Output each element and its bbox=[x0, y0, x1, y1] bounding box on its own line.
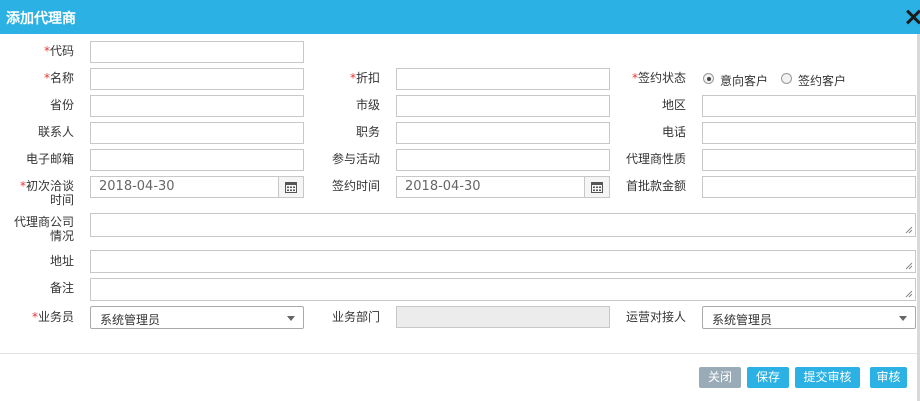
remark-textarea[interactable] bbox=[90, 278, 916, 301]
dialog-title-bar: 添加代理商 bbox=[0, 0, 920, 34]
company-info-label: 代理商公司 情况 bbox=[13, 215, 74, 243]
province-label: 省份 bbox=[49, 98, 74, 112]
ops-contact-label: 运营对接人 bbox=[625, 310, 686, 324]
code-label: *代码 bbox=[43, 44, 74, 58]
add-agent-dialog: 添加代理商 *代码 *名称 *折扣 *签约状态 意向客户 签约客户 省份 市级 … bbox=[0, 0, 920, 401]
discount-input[interactable] bbox=[396, 68, 610, 90]
first-payment-input[interactable] bbox=[702, 176, 916, 198]
address-label: 地址 bbox=[49, 254, 74, 268]
phone-input[interactable] bbox=[702, 122, 916, 144]
submit-review-button[interactable]: 提交审核 bbox=[795, 367, 860, 388]
first-payment-label: 首批款金额 bbox=[625, 179, 686, 193]
first-talk-time-label: *初次洽谈 时间 bbox=[19, 179, 74, 207]
resize-grip-icon[interactable] bbox=[905, 262, 913, 270]
close-button[interactable]: 关闭 bbox=[699, 367, 741, 388]
city-label: 市级 bbox=[355, 98, 380, 112]
chevron-down-icon[interactable] bbox=[899, 316, 907, 321]
email-label: 电子邮箱 bbox=[25, 152, 74, 166]
position-label: 职务 bbox=[355, 125, 380, 139]
phone-label: 电话 bbox=[661, 125, 686, 139]
address-textarea[interactable] bbox=[90, 250, 916, 273]
salesman-label: *业务员 bbox=[31, 310, 74, 324]
radio-signed-customer[interactable]: 签约客户 bbox=[781, 72, 851, 88]
name-label: *名称 bbox=[43, 71, 74, 85]
chevron-down-icon[interactable] bbox=[287, 316, 295, 321]
region-label: 地区 bbox=[661, 98, 686, 112]
region-input[interactable] bbox=[702, 95, 916, 117]
province-input[interactable] bbox=[90, 95, 304, 117]
department-input bbox=[396, 306, 610, 328]
salesman-select[interactable]: 系统管理员 bbox=[90, 306, 304, 329]
name-input[interactable] bbox=[90, 68, 304, 90]
resize-grip-icon[interactable] bbox=[905, 226, 913, 234]
department-label: 业务部门 bbox=[331, 310, 380, 324]
radio-unselected-icon[interactable] bbox=[781, 73, 792, 84]
dialog-title: 添加代理商 bbox=[6, 11, 76, 27]
radio-selected-icon[interactable] bbox=[703, 73, 714, 84]
ops-contact-select[interactable]: 系统管理员 bbox=[702, 306, 916, 329]
footer-divider bbox=[0, 353, 920, 354]
sign-time-input[interactable]: 2018-04-30 bbox=[396, 176, 610, 198]
position-input[interactable] bbox=[396, 122, 610, 144]
agent-nature-label: 代理商性质 bbox=[625, 152, 686, 166]
resize-grip-icon[interactable] bbox=[905, 290, 913, 298]
discount-label: *折扣 bbox=[349, 71, 380, 85]
sign-time-label: 签约时间 bbox=[331, 179, 380, 193]
calendar-icon[interactable] bbox=[278, 177, 303, 197]
agent-nature-input[interactable] bbox=[702, 149, 916, 171]
code-input[interactable] bbox=[90, 41, 304, 63]
company-info-textarea[interactable] bbox=[90, 213, 916, 237]
calendar-icon[interactable] bbox=[584, 177, 609, 197]
activity-label: 参与活动 bbox=[331, 152, 380, 166]
city-input[interactable] bbox=[396, 95, 610, 117]
remark-label: 备注 bbox=[49, 281, 74, 295]
email-input[interactable] bbox=[90, 149, 304, 171]
review-button[interactable]: 审核 bbox=[870, 367, 907, 388]
activity-input[interactable] bbox=[396, 149, 610, 171]
save-button[interactable]: 保存 bbox=[747, 367, 789, 388]
contact-input[interactable] bbox=[90, 122, 304, 144]
close-icon[interactable] bbox=[904, 6, 920, 26]
contact-label: 联系人 bbox=[37, 125, 74, 139]
sign-status-label: *签约状态 bbox=[631, 71, 686, 85]
first-talk-time-input[interactable]: 2018-04-30 bbox=[90, 176, 304, 198]
radio-intent-customer[interactable]: 意向客户 bbox=[703, 72, 773, 88]
